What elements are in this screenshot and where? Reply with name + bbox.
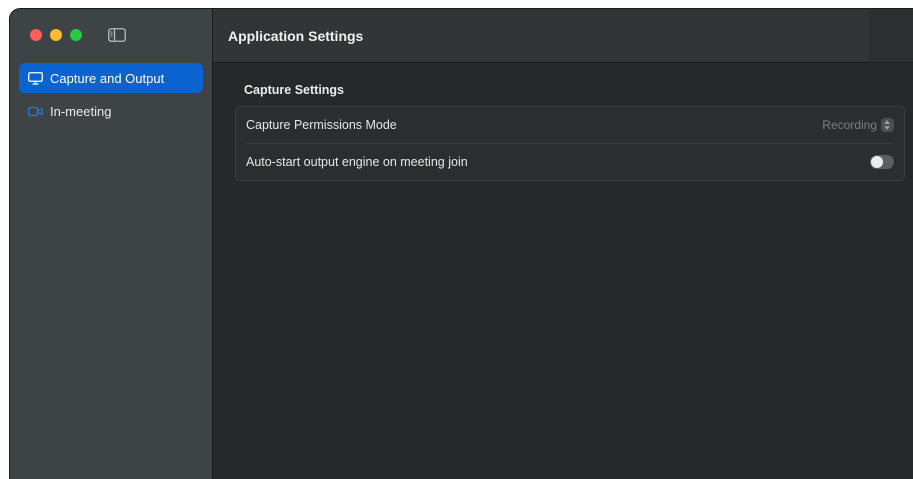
sidebar-item-label: Capture and Output [50,70,165,86]
toolbar: Application Settings [213,9,913,63]
sidebar-item-capture-and-output[interactable]: Capture and Output [19,63,203,93]
sidebar-toggle-icon[interactable] [108,28,126,42]
sidebar: Capture and Output In-meeting [10,9,213,479]
zoom-window-button[interactable] [70,29,82,41]
sidebar-item-in-meeting[interactable]: In-meeting [19,96,203,126]
page-title: Application Settings [228,27,364,44]
setting-row-capture-permissions-mode: Capture Permissions Mode Recording [236,107,904,143]
toggle-knob [871,156,883,168]
chevron-up-down-icon [881,118,894,132]
close-window-button[interactable] [30,29,42,41]
capture-settings-section: Capture Settings Capture Permissions Mod… [235,83,905,181]
setting-label: Capture Permissions Mode [246,118,397,132]
sidebar-item-label: In-meeting [50,103,112,119]
settings-window: Capture and Output In-meeting Applicatio… [10,9,913,479]
video-camera-icon [28,106,43,116]
select-value: Recording [822,118,877,132]
main-content: Application Settings Capture Settings Ca… [213,9,913,479]
capture-permissions-mode-select[interactable]: Recording [822,118,894,132]
setting-label: Auto-start output engine on meeting join [246,155,468,169]
monitor-icon [28,71,43,85]
window-controls [30,29,82,41]
sidebar-nav: Capture and Output In-meeting [19,63,203,129]
setting-row-auto-start: Auto-start output engine on meeting join [246,143,894,180]
auto-start-toggle[interactable] [870,155,894,169]
section-heading: Capture Settings [244,83,345,97]
toolbar-trailing-area [869,9,913,62]
settings-group: Capture Permissions Mode Recording Auto-… [235,106,905,181]
minimize-window-button[interactable] [50,29,62,41]
